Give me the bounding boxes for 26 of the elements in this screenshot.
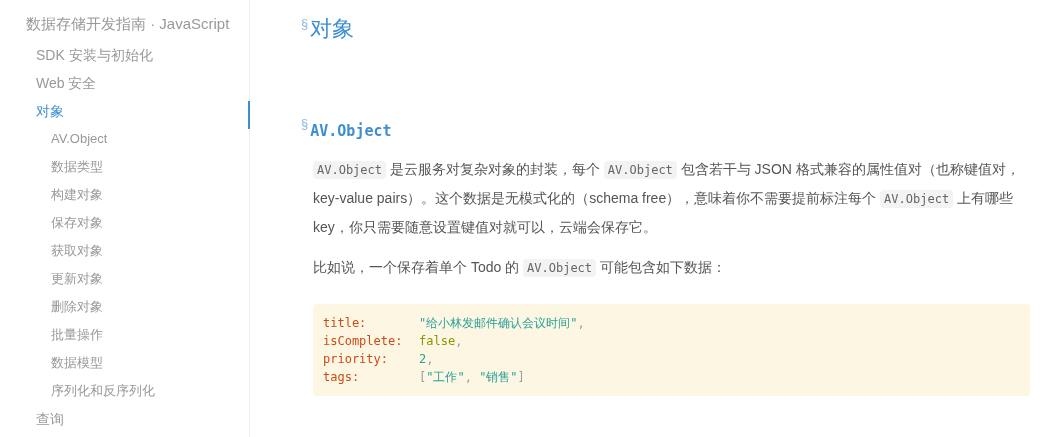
page-heading: 对象 bbox=[310, 15, 355, 43]
sidebar-item[interactable]: 序列化和反序列化 bbox=[0, 377, 249, 405]
sidebar-item[interactable]: AV.Object bbox=[0, 125, 249, 153]
sidebar-item[interactable]: 数据模型 bbox=[0, 349, 249, 377]
active-indicator bbox=[248, 101, 250, 129]
sidebar-item[interactable]: 更新对象 bbox=[0, 265, 249, 293]
sidebar-item[interactable]: 保存对象 bbox=[0, 209, 249, 237]
sidebar-title: 数据存储开发指南 · JavaScript bbox=[25, 14, 231, 34]
sidebar-item[interactable]: SDK 安装与初始化 bbox=[0, 41, 249, 69]
anchor-icon[interactable]: § bbox=[301, 14, 309, 34]
anchor-icon[interactable]: § bbox=[301, 114, 309, 134]
sidebar-item[interactable]: 数据类型 bbox=[0, 153, 249, 181]
sidebar-item[interactable]: 删除对象 bbox=[0, 293, 249, 321]
sidebar-item[interactable]: 对象 bbox=[0, 97, 249, 125]
sidebar-item[interactable]: 批量操作 bbox=[0, 321, 249, 349]
sidebar-item[interactable]: 获取对象 bbox=[0, 237, 249, 265]
code-line: priority: 2, bbox=[323, 351, 435, 368]
paragraph: AV.Object 是云服务对复杂对象的封装，每个 AV.Object 包含若干与 JSON 格式兼容的属性值对（也称键值对，key-value pairs）。这个数据是无模式化的（schema free），意味着你不需要提前标注每个 AV.Object 上有哪些 key，你只需要随意设置键值对就可以，云端会保存它。 bbox=[313, 160, 1021, 237]
sidebar-item[interactable]: Web 安全 bbox=[0, 69, 249, 97]
code-line: title: "给小林发邮件确认会议时间", bbox=[323, 315, 586, 332]
section-heading: AV.Object bbox=[310, 121, 392, 142]
sidebar-item[interactable]: 查询 bbox=[0, 405, 249, 433]
code-line: tags: ["工作", "销售"] bbox=[323, 369, 526, 386]
sidebar-item[interactable]: 构建对象 bbox=[0, 181, 249, 209]
code-line: isComplete: false, bbox=[323, 333, 464, 350]
paragraph: 比如说，一个保存着单个 Todo 的 AV.Object 可能包含如下数据： bbox=[313, 258, 727, 279]
